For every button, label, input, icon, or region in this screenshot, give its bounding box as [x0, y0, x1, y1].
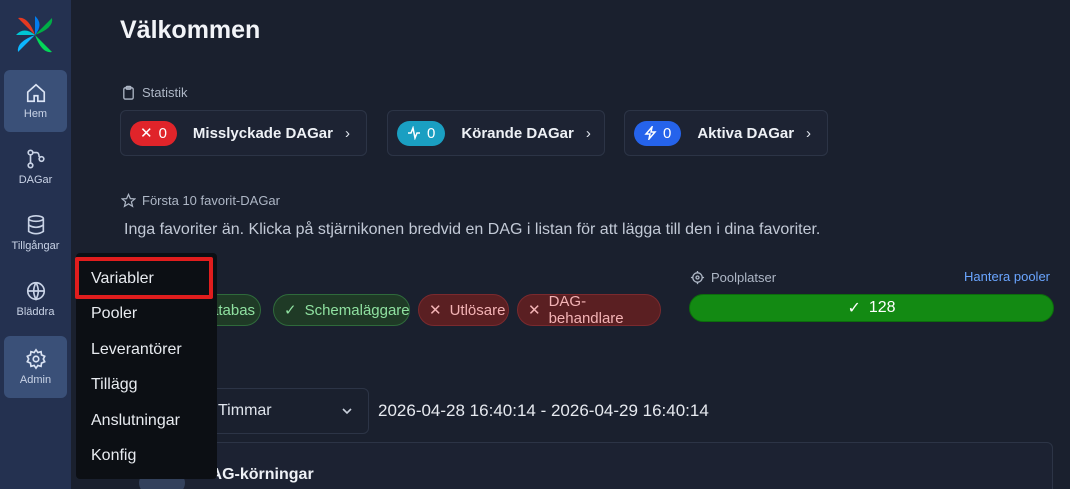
- x-icon: ✕: [140, 125, 153, 142]
- sidebar-item-label: Admin: [19, 374, 52, 386]
- health-badge-dag-processor[interactable]: ✕ DAG-behandlare: [517, 293, 661, 327]
- stats-section-label: Statistik: [121, 85, 188, 100]
- favorites-section-label: Första 10 favorit-DAGar: [121, 193, 280, 208]
- failed-count-badge: ✕ 0: [130, 120, 177, 146]
- x-icon: ✕: [429, 302, 442, 319]
- page-title: Välkommen: [120, 16, 261, 44]
- menu-item-plugins[interactable]: Tillägg: [91, 376, 138, 394]
- sidebar-item-assets[interactable]: Tillgångar: [4, 202, 67, 264]
- globe-icon: [26, 281, 45, 301]
- sidebar-item-dags[interactable]: DAGar: [4, 136, 67, 198]
- menu-item-providers[interactable]: Leverantörer: [91, 341, 182, 359]
- check-icon: ✓: [284, 302, 297, 319]
- target-icon: [690, 270, 705, 285]
- x-icon: ✕: [528, 302, 541, 319]
- failed-dags-card[interactable]: ✕ 0 Misslyckade DAGar ›: [120, 110, 367, 156]
- main-content: Välkommen Statistik ✕ 0 Misslyckade DAGa…: [71, 0, 1070, 489]
- gear-icon: [25, 348, 46, 370]
- sidebar-item-label: Hem: [23, 108, 48, 120]
- lightning-icon: [644, 126, 657, 140]
- menu-item-pools[interactable]: Pooler: [91, 305, 137, 323]
- chevron-right-icon: ›: [345, 124, 350, 142]
- home-icon: [26, 83, 45, 103]
- sidebar-item-label: Tillgångar: [11, 240, 60, 252]
- running-dags-card[interactable]: 0 Körande DAGar ›: [387, 110, 605, 156]
- menu-item-config[interactable]: Konfig: [91, 447, 136, 465]
- activity-icon: [408, 126, 420, 140]
- database-icon: [27, 215, 44, 235]
- sidebar-item-browse[interactable]: Bläddra: [4, 268, 67, 330]
- airflow-logo[interactable]: [14, 14, 56, 56]
- running-count-badge: 0: [397, 120, 446, 146]
- sidebar-item-label: DAGar: [18, 174, 53, 186]
- time-range-text: 2026-04-28 16:40:14 - 2026-04-29 16:40:1…: [378, 401, 709, 420]
- manage-pools-link[interactable]: Hantera pooler: [964, 269, 1050, 284]
- sidebar-item-home[interactable]: Hem: [4, 70, 67, 132]
- menu-item-connections[interactable]: Anslutningar: [91, 412, 180, 430]
- dags-icon: [26, 149, 45, 169]
- sidebar-item-admin[interactable]: Admin: [4, 336, 67, 398]
- active-dags-card[interactable]: 0 Aktiva DAGar ›: [624, 110, 828, 156]
- highlight-box: [75, 257, 213, 299]
- pool-slots-label: Poolplatser: [690, 270, 776, 285]
- star-icon: [121, 193, 136, 208]
- clipboard-icon: [123, 85, 134, 100]
- check-icon: ✓: [847, 300, 861, 317]
- pool-slots-bar[interactable]: ✓ 128: [689, 294, 1054, 322]
- active-count-badge: 0: [634, 120, 682, 146]
- favorites-empty-message: Inga favoriter än. Klicka på stjärnikone…: [124, 221, 821, 238]
- sidebar: Hem DAGar Tillgångar Bläddra Admin: [0, 0, 71, 489]
- health-badge-scheduler[interactable]: ✓ Schemaläggare: [273, 294, 410, 326]
- sidebar-item-label: Bläddra: [16, 306, 55, 318]
- health-badge-triggerer[interactable]: ✕ Utlösare: [418, 294, 509, 326]
- chevron-down-icon: [342, 408, 352, 415]
- chevron-right-icon: ›: [585, 124, 591, 142]
- chevron-right-icon: ›: [806, 124, 812, 142]
